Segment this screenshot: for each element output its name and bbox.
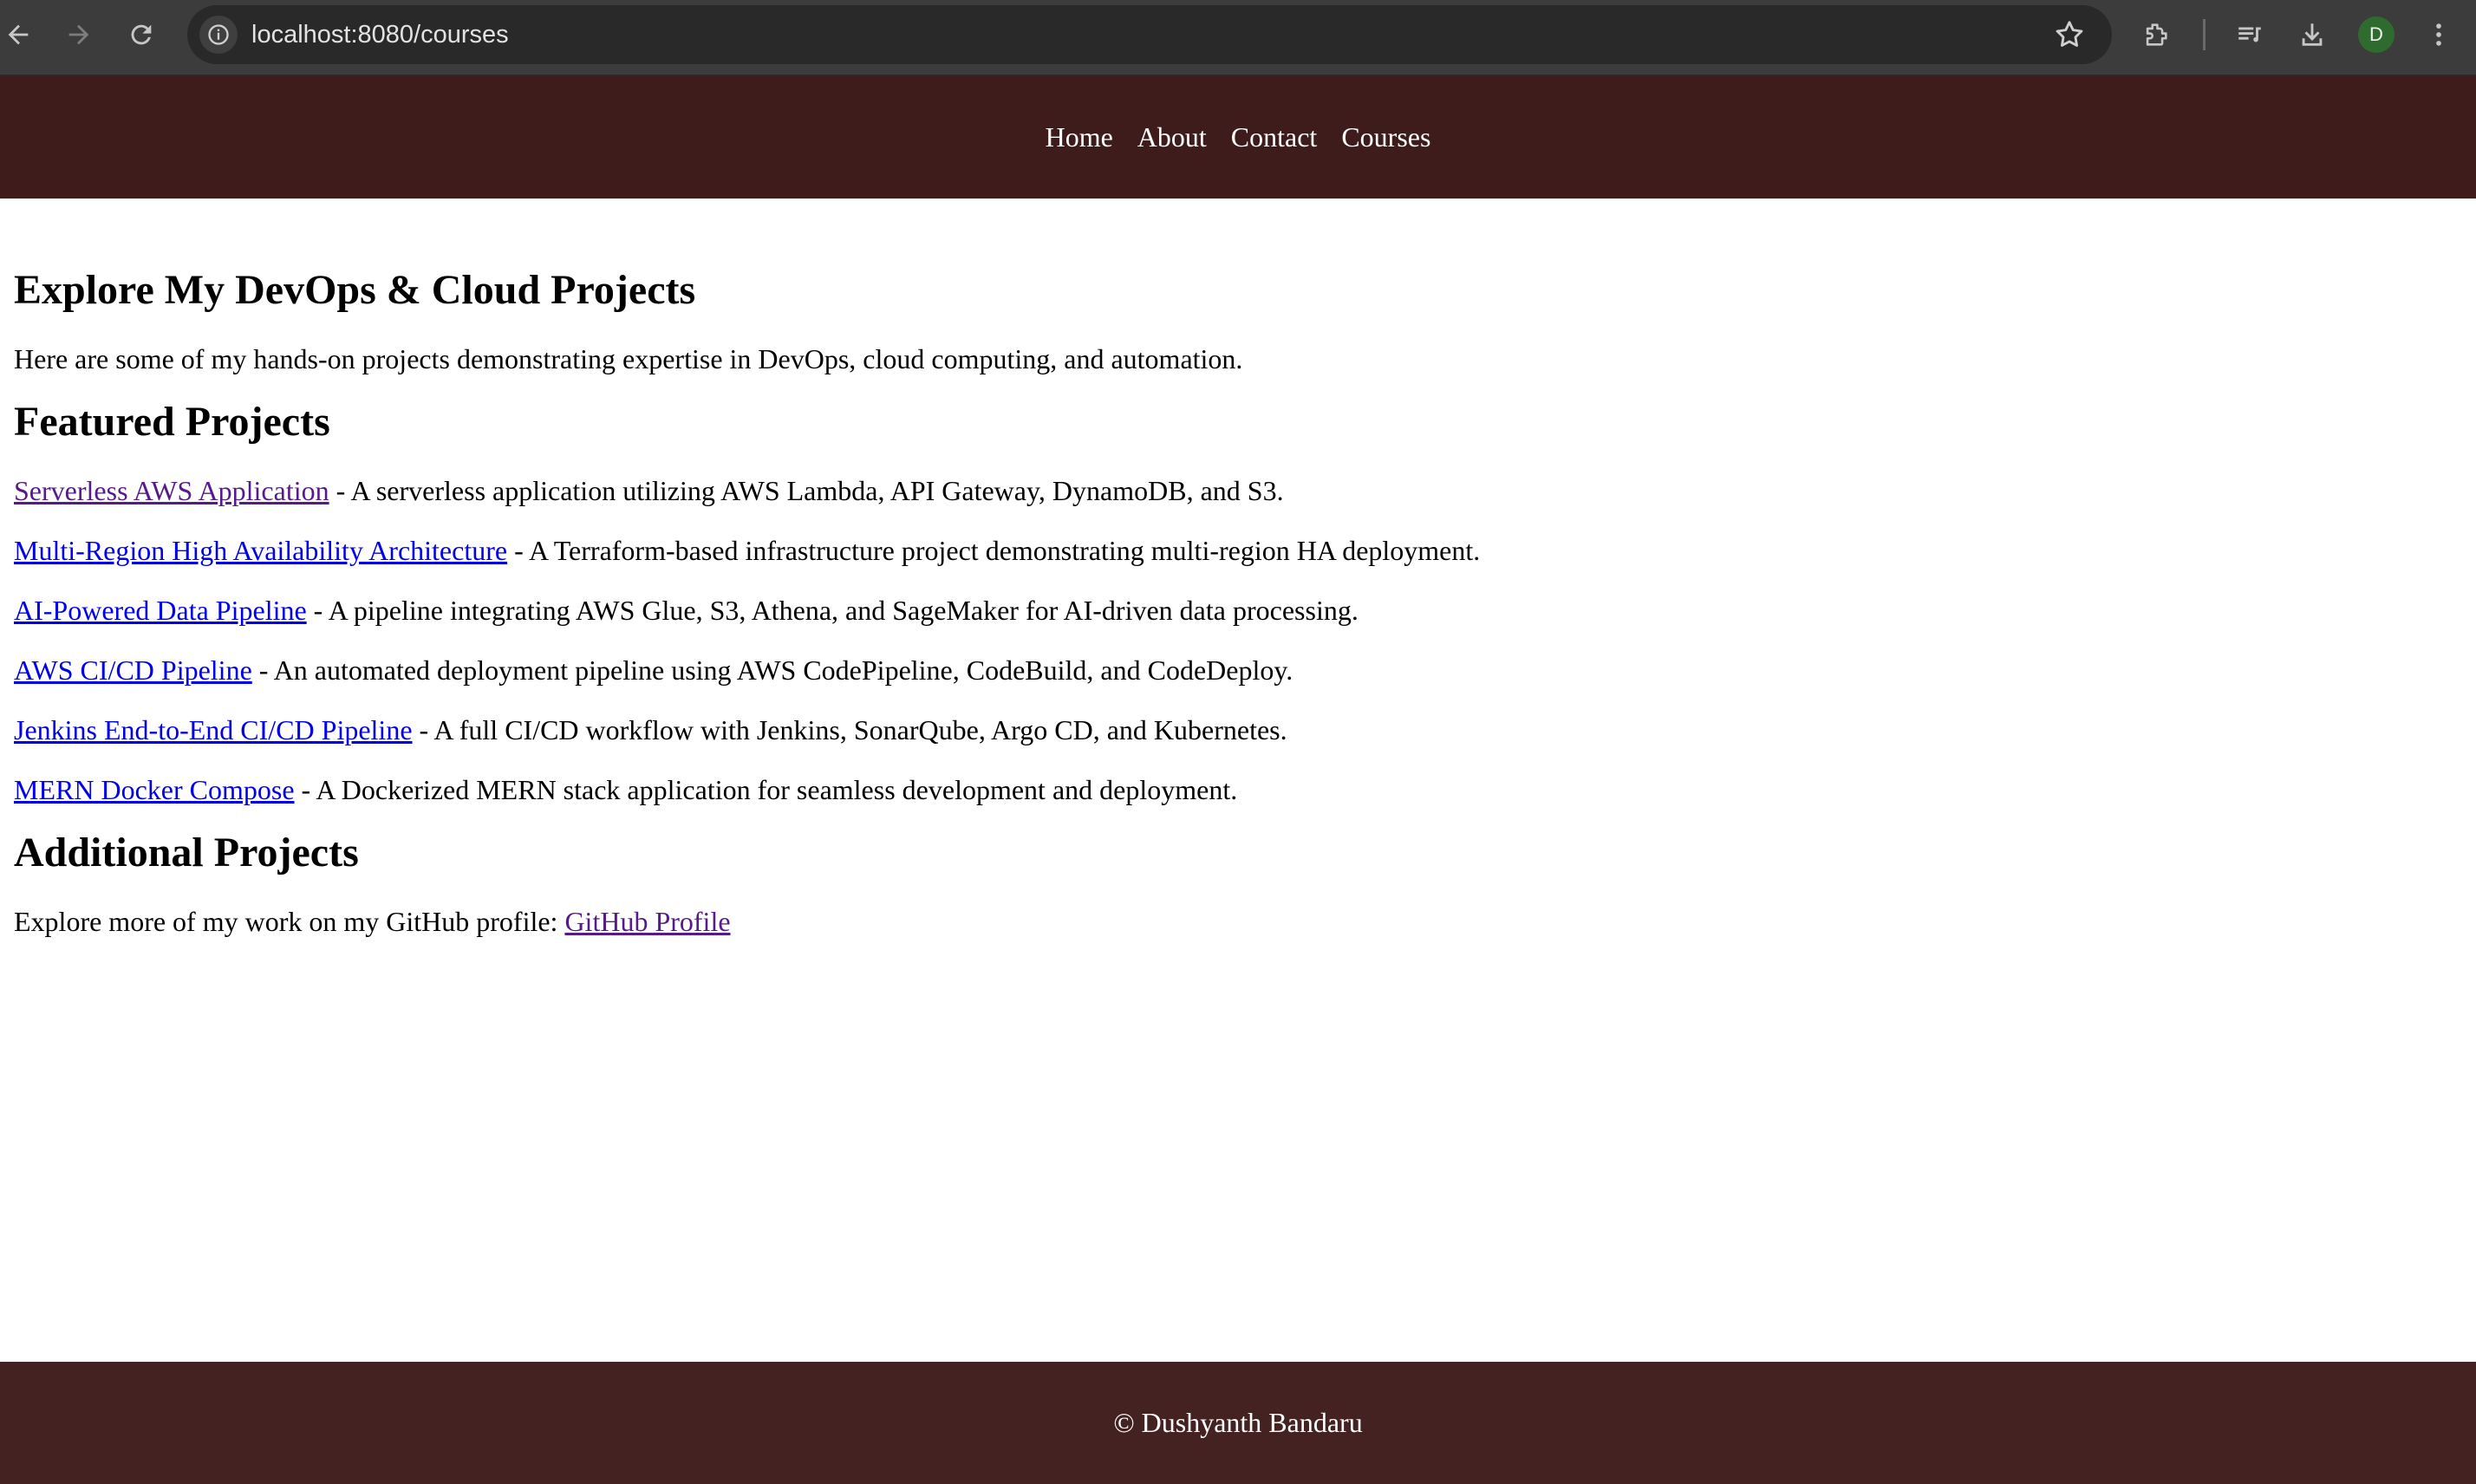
project-description: - A serverless application utilizing AWS… [329,475,1284,506]
additional-projects-heading: Additional Projects [14,830,359,875]
project-link-mern-docker[interactable]: MERN Docker Compose [14,774,295,805]
reload-icon[interactable] [123,16,160,53]
main-nav: Home About Contact Courses [1046,121,1431,153]
project-item: Jenkins End-to-End CI/CD Pipeline - A fu… [14,713,2462,746]
star-icon[interactable] [2053,18,2086,51]
project-item: Serverless AWS Application - A serverles… [14,474,2462,507]
project-description: - An automated deployment pipeline using… [251,654,1293,686]
project-item: Multi-Region High Availability Architect… [14,534,2462,567]
nav-about-link[interactable]: About [1137,121,1207,153]
project-description: - A full CI/CD workflow with Jenkins, So… [412,714,1287,745]
github-paragraph: Explore more of my work on my GitHub pro… [14,905,2462,938]
github-profile-link[interactable]: GitHub Profile [564,906,730,937]
toolbar-divider [2203,19,2206,50]
site-header: Home About Contact Courses [0,76,2476,199]
profile-avatar[interactable]: D [2358,16,2395,53]
project-link-serverless-aws[interactable]: Serverless AWS Application [14,475,329,506]
nav-contact-link[interactable]: Contact [1231,121,1318,153]
featured-projects-heading: Featured Projects [14,399,330,445]
project-link-multi-region-ha[interactable]: Multi-Region High Availability Architect… [14,535,507,566]
github-text: Explore more of my work on my GitHub pro… [14,906,565,937]
forward-icon[interactable] [61,16,97,53]
footer-copyright: © Dushyanth Bandaru [1113,1407,1363,1438]
nav-home-link[interactable]: Home [1046,121,1113,153]
site-footer: © Dushyanth Bandaru [0,1362,2476,1484]
project-link-ai-data-pipeline[interactable]: AI-Powered Data Pipeline [14,595,307,626]
site-info-icon[interactable] [199,16,238,54]
back-icon[interactable] [0,16,36,53]
intro-text: Here are some of my hands-on projects de… [14,343,1243,374]
browser-toolbar: localhost:8080/courses D [0,0,2476,76]
project-item: AWS CI/CD Pipeline - An automated deploy… [14,654,2462,687]
project-description: - A Dockerized MERN stack application fo… [294,774,1238,805]
project-description: - A Terraform-based infrastructure proje… [507,535,1481,566]
project-description: - A pipeline integrating AWS Glue, S3, A… [306,595,1359,626]
project-link-jenkins-cicd[interactable]: Jenkins End-to-End CI/CD Pipeline [14,714,413,745]
nav-courses-link[interactable]: Courses [1341,121,1430,153]
media-icon[interactable] [2232,16,2268,53]
download-icon[interactable] [2294,16,2330,53]
project-item: MERN Docker Compose - A Dockerized MERN … [14,773,2462,806]
page-title: Explore My DevOps & Cloud Projects [14,267,696,313]
project-item: AI-Powered Data Pipeline - A pipeline in… [14,594,2462,627]
more-icon[interactable] [2421,16,2457,53]
url-text[interactable]: localhost:8080/courses [251,5,509,64]
project-link-aws-cicd[interactable]: AWS CI/CD Pipeline [14,654,252,686]
extensions-icon[interactable] [2138,16,2174,53]
address-bar[interactable]: localhost:8080/courses [187,5,2112,64]
main-content: Explore My DevOps & Cloud Projects Here … [14,199,2462,938]
